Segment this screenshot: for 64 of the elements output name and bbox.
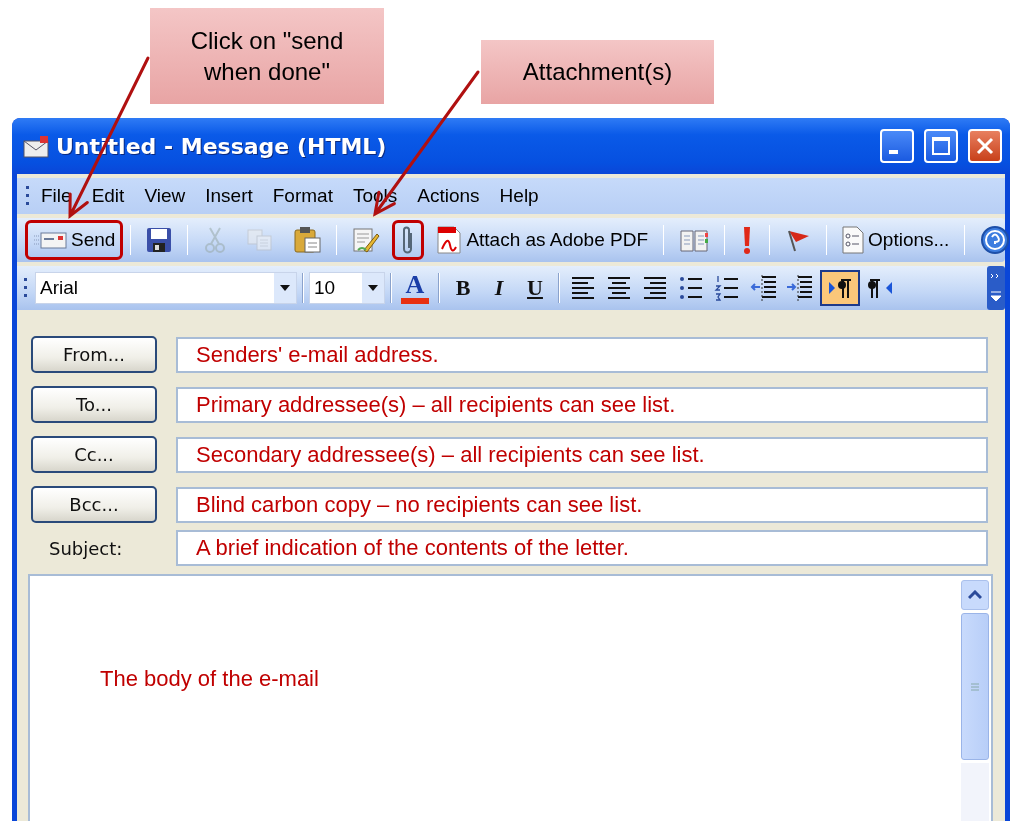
toolbar-button[interactable]: Options... [834,220,958,260]
increase-indent-icon [786,274,812,302]
subject-field[interactable]: A brief indication of the contents of the letter. [176,530,988,566]
close-icon [975,136,995,156]
toolbar-grip-icon [25,185,31,207]
bullet-list-icon [678,274,704,302]
maximize-button[interactable] [924,129,958,163]
envelope-icon [33,229,67,251]
decrease-indent-icon [750,274,776,302]
body-text: The body of the e-mail [99,665,320,693]
address-field[interactable]: Senders' e-mail address. [176,336,988,373]
address-button[interactable]: Cc... [31,436,157,473]
address-button[interactable]: To... [31,386,157,423]
align-right-icon [642,274,668,302]
document-icon [842,226,865,254]
pen-icon [352,226,381,254]
address-button[interactable]: Bcc... [31,486,157,523]
callout-box: Attachment(s) [481,40,714,104]
paperclip-button[interactable] [392,220,425,260]
grip-icon [970,681,980,692]
toolbar-button[interactable]: Attach as Adobe PDF [428,220,657,260]
address-field[interactable]: Primary addressee(s) – all recipients can see list. [176,386,988,423]
font-color-button[interactable]: A [400,270,430,306]
toolbar-options-icon[interactable] [987,266,1005,310]
menu-item[interactable]: Format [262,183,343,209]
menu-item[interactable]: Actions [407,183,490,209]
scissors-icon [203,226,228,254]
copy-icon [247,228,274,252]
message-body-field[interactable]: The body of the e-mail [28,574,993,821]
save-icon [146,227,173,253]
subject-label: Subject: [48,537,124,559]
pdf-icon [436,225,463,255]
underline-button[interactable]: U [520,270,550,306]
help-icon [980,225,1010,255]
address-field[interactable]: Blind carbon copy – no recipients can see list. [176,486,988,523]
align-left-icon [570,274,596,302]
dropdown-arrow-icon [368,285,378,291]
toolbar-grip-icon [23,277,29,299]
minimize-button[interactable] [880,129,914,163]
clipboard-icon [293,226,322,254]
chevron-up-icon [968,590,982,600]
font-field[interactable]: Arial [35,272,297,304]
italic-button[interactable]: I [484,270,514,306]
minimize-icon [889,150,898,154]
address-field[interactable]: Secondary addressee(s) – all recipients can see list. [176,436,988,473]
maximize-icon [931,136,951,156]
dropdown-arrow-icon [280,285,290,291]
menu-item[interactable]: Edit [81,183,135,209]
menu-item[interactable]: Insert [195,183,263,209]
menu-item[interactable]: View [134,183,196,209]
font-size-field[interactable]: 10 [309,272,385,304]
address-button[interactable]: From... [31,336,157,373]
close-button[interactable] [968,129,1002,163]
callout-box: Click on "send when done" [150,8,384,104]
envelope-icon [22,133,50,159]
left-to-right-button[interactable] [820,270,860,306]
toolbar-button[interactable]: Send [25,220,124,260]
bold-button[interactable]: B [448,270,478,306]
scroll-up-button[interactable] [961,580,989,610]
book-icon [679,227,710,253]
menu-item[interactable]: Help [489,183,549,209]
numbered-list-icon [714,274,740,302]
scrollbar-thumb[interactable] [961,613,989,760]
align-center-icon [606,274,632,302]
